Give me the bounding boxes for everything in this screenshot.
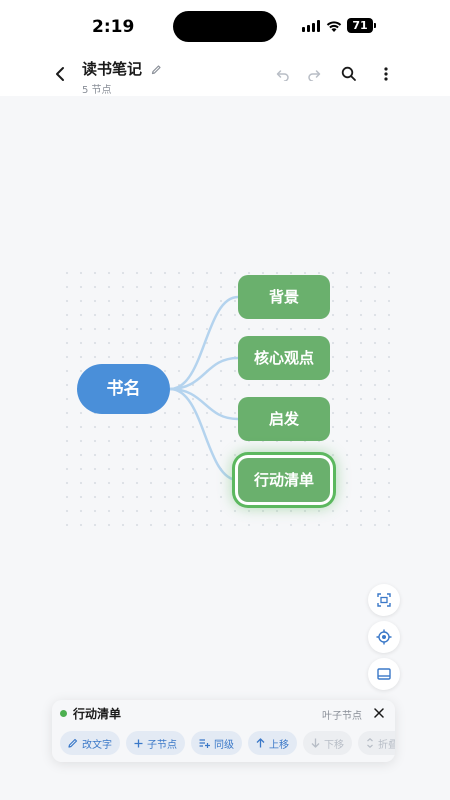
collapse-button[interactable]: 折叠 xyxy=(358,731,395,755)
back-icon xyxy=(56,67,64,81)
collapse-icon xyxy=(367,738,373,748)
add-child-label: 子节点 xyxy=(147,739,177,751)
add-child-button[interactable]: 子节点 xyxy=(126,731,185,755)
node-action-panel: 行动清单 叶子节点 改文字 子节点 同级 上移 下移 折叠 xyxy=(52,700,395,762)
root-node[interactable]: 书名 xyxy=(77,364,170,414)
arrow-up-icon xyxy=(256,738,265,748)
link-to-child-2 xyxy=(169,356,239,391)
fit-screen-icon xyxy=(377,593,391,607)
action-row: 改文字 子节点 同级 上移 下移 折叠 xyxy=(60,731,395,755)
battery-icon: 71 xyxy=(347,18,376,33)
move-down-label: 下移 xyxy=(324,739,344,751)
mindmap-canvas[interactable]: 书名 背景 核心观点 启发 行动清单 xyxy=(0,96,450,800)
undo-icon xyxy=(276,70,289,81)
move-up-button[interactable]: 上移 xyxy=(248,731,297,755)
pencil-icon[interactable] xyxy=(151,60,162,79)
status-dot xyxy=(60,710,67,717)
wifi-icon xyxy=(326,18,342,32)
child-node-2[interactable]: 核心观点 xyxy=(238,336,330,380)
redo-button[interactable] xyxy=(303,62,327,86)
close-panel-button[interactable] xyxy=(371,705,387,721)
more-icon xyxy=(384,67,388,81)
status-time: 2:19 xyxy=(92,17,135,37)
toggle-panel-button[interactable] xyxy=(368,658,400,690)
edit-text-label: 改文字 xyxy=(82,739,112,751)
status-bar: 2:19 71 xyxy=(0,0,450,52)
panel-title: 行动清单 xyxy=(73,707,122,721)
collapse-label: 折叠 xyxy=(378,739,395,751)
app-header: 读书笔记 5 节点 xyxy=(0,52,450,96)
add-sibling-icon xyxy=(199,739,210,748)
node-type-tag: 叶子节点 xyxy=(322,711,362,722)
connector-lines xyxy=(169,295,239,482)
move-down-button[interactable]: 下移 xyxy=(303,731,352,755)
dynamic-island xyxy=(173,11,277,42)
add-sibling-button[interactable]: 同级 xyxy=(191,731,242,755)
locate-icon xyxy=(376,629,392,645)
edit-text-button[interactable]: 改文字 xyxy=(60,731,120,755)
undo-button[interactable] xyxy=(270,62,294,86)
plus-icon xyxy=(134,739,143,747)
add-sibling-label: 同级 xyxy=(214,739,234,751)
search-icon xyxy=(341,66,356,81)
fit-screen-button[interactable] xyxy=(368,584,400,616)
title-block: 读书笔记 5 节点 xyxy=(82,58,162,96)
search-button[interactable] xyxy=(337,62,361,86)
close-icon xyxy=(374,708,384,718)
child-node-4-selected[interactable]: 行动清单 xyxy=(238,458,330,502)
move-up-label: 上移 xyxy=(269,739,289,751)
pencil-icon xyxy=(68,738,78,748)
redo-icon xyxy=(308,70,321,81)
page-title[interactable]: 读书笔记 xyxy=(82,60,142,78)
panel-icon xyxy=(377,668,391,680)
node-count: 5 节点 xyxy=(82,85,112,96)
more-button[interactable] xyxy=(374,62,398,86)
child-node-3[interactable]: 启发 xyxy=(238,397,330,441)
child-node-1[interactable]: 背景 xyxy=(238,275,330,319)
signal-icon xyxy=(302,20,322,32)
arrow-down-icon xyxy=(311,738,320,748)
back-button[interactable] xyxy=(48,62,72,86)
locate-button[interactable] xyxy=(368,621,400,653)
